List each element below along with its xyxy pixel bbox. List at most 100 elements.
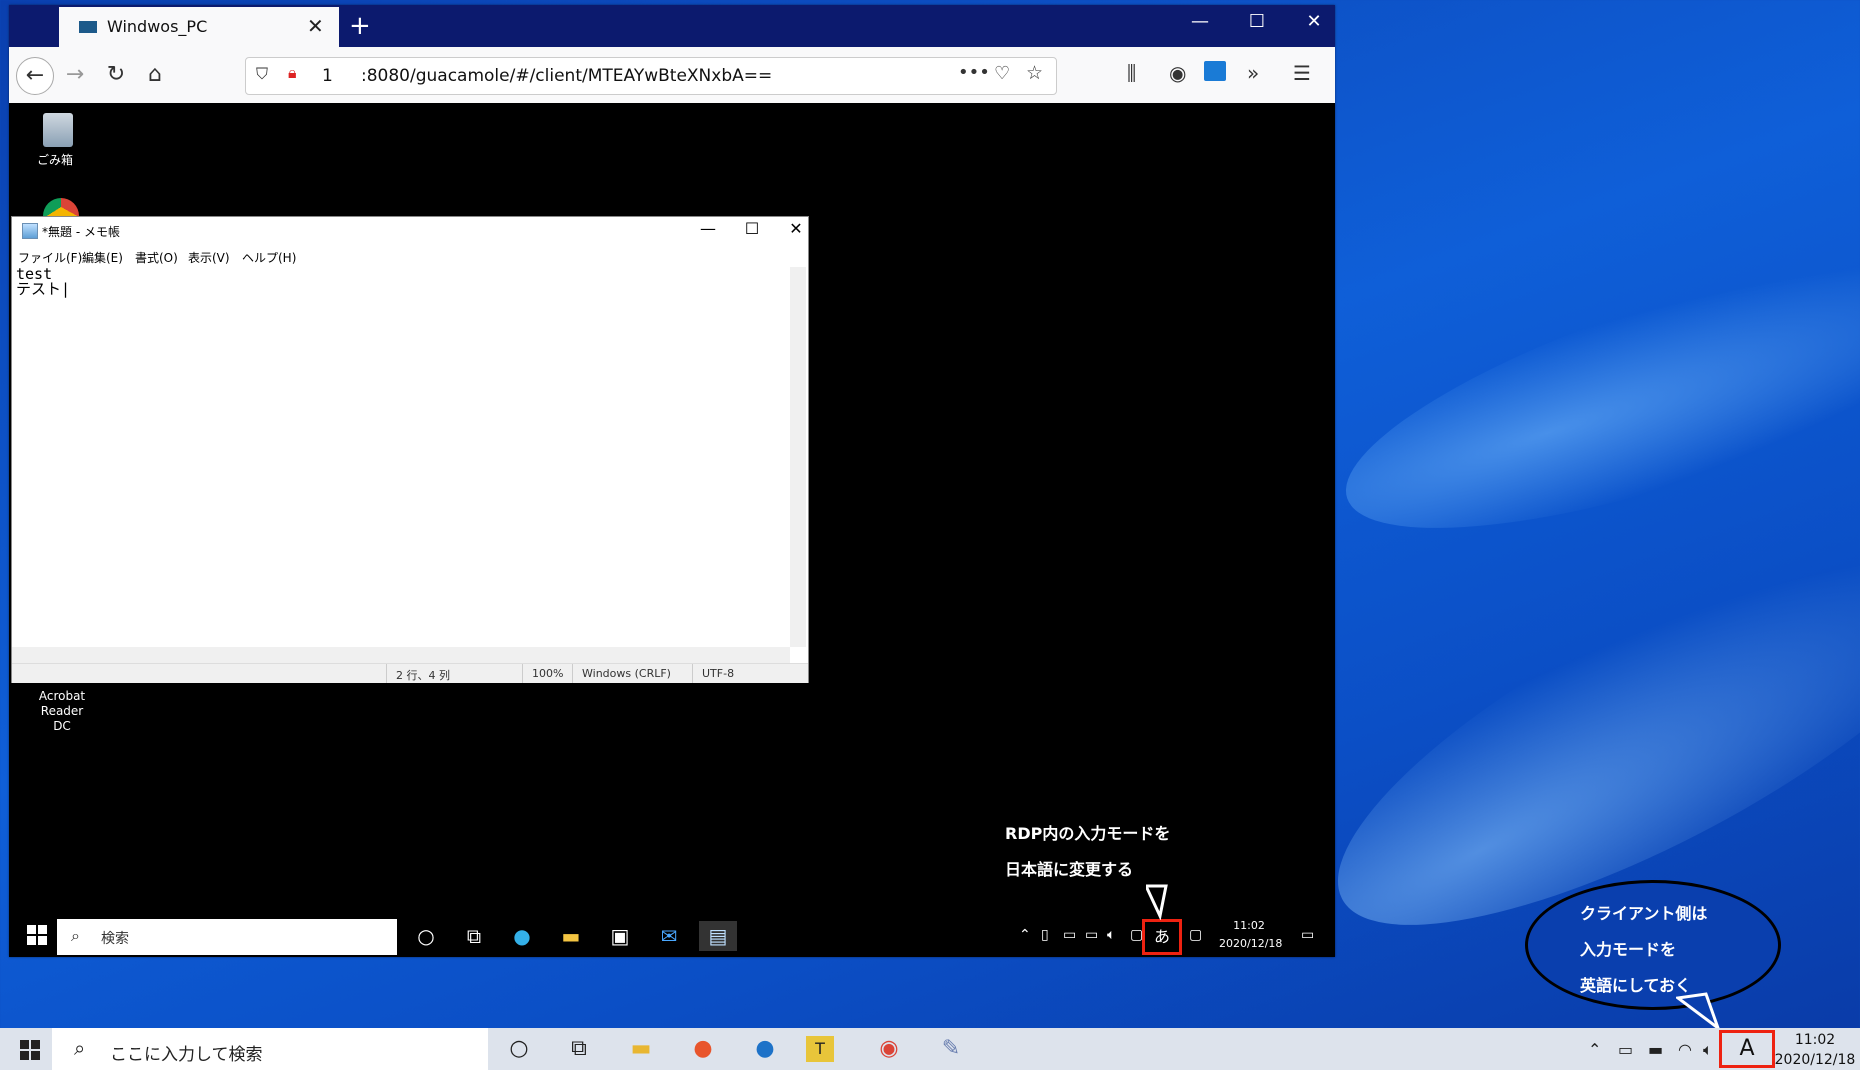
menu-help[interactable]: ヘルプ(H) (242, 249, 296, 266)
browser-close-button[interactable]: ✕ (1291, 11, 1337, 32)
browser-maximize-button[interactable]: ☐ (1234, 11, 1280, 32)
notepad-title: *無題 - メモ帳 (42, 225, 120, 239)
host-meet-icon[interactable]: ▭ (1618, 1040, 1633, 1059)
host-volume-icon[interactable]: 🔈︎ (1703, 1040, 1713, 1060)
host-text-editor-icon[interactable]: T (806, 1036, 834, 1062)
reload-button[interactable]: ↻ (98, 57, 134, 93)
recycle-bin-label: ごみ箱 (37, 153, 74, 167)
host-wifi-icon[interactable]: ◠ (1678, 1040, 1692, 1059)
menu-edit[interactable]: 編集(E) (82, 249, 123, 266)
notepad-icon (22, 223, 38, 239)
host-ime-mode-indicator[interactable]: A (1719, 1030, 1775, 1068)
host-tray-chevron-icon[interactable]: ⌃ (1588, 1040, 1601, 1059)
notepad-maximize-button[interactable]: ☐ (732, 219, 772, 238)
notification-icon[interactable]: ▭ (1301, 927, 1314, 943)
store-icon[interactable]: ▣ (601, 921, 639, 951)
rdp-clock[interactable]: 11:02 2020/12/18 (1219, 917, 1283, 953)
task-view-icon[interactable]: ⧉ (455, 921, 493, 951)
overflow-chevron-icon[interactable]: » (1247, 61, 1259, 85)
library-icon[interactable]: ⫼ (1127, 61, 1136, 85)
shield-icon[interactable]: ⛉ (256, 64, 268, 84)
url-path-text: :8080/guacamole/#/client/MTEAYwBteXNxbA=… (361, 66, 773, 86)
extension-icon[interactable] (1204, 61, 1226, 81)
back-button[interactable]: ← (16, 57, 54, 95)
notepad-window: *無題 - メモ帳 — ☐ ✕ ファイル(F) 編集(E) 書式(O) 表示(V… (11, 216, 809, 683)
mail-icon[interactable]: ✉ (650, 921, 688, 951)
host-firefox-icon[interactable]: ● (682, 1034, 724, 1064)
notepad-text-area[interactable]: test テスト| (16, 267, 70, 297)
host-chrome-icon[interactable]: ◉ (868, 1034, 910, 1064)
host-search-box[interactable]: ⌕ ここに入力して検索 (52, 1028, 488, 1070)
menu-format[interactable]: 書式(O) (135, 249, 178, 266)
windows-start-icon[interactable] (27, 925, 47, 945)
search-icon: ⌕ (71, 926, 80, 945)
file-explorer-icon[interactable]: ▬ (552, 921, 590, 951)
host-cortana-icon[interactable]: ○ (498, 1034, 540, 1064)
host-windows-start-icon[interactable] (20, 1040, 40, 1060)
volume-icon[interactable]: 🔈︎ (1107, 927, 1115, 943)
chrome-desktop-icon[interactable] (43, 198, 79, 216)
account-icon[interactable]: ◉ (1169, 61, 1186, 85)
browser-nav-bar: ← → ↻ ⌂ ⛉ 🔒︎ 1 :8080/guacamole/#/client/… (9, 47, 1335, 104)
browser-tab-bar: Windwos_PC ✕ + — ☐ ✕ (9, 5, 1335, 47)
rdp-search-box[interactable]: ⌕ 検索 (57, 919, 397, 955)
notepad-menu-bar: ファイル(F) 編集(E) 書式(O) 表示(V) ヘルプ(H) (12, 247, 808, 267)
meet-icon[interactable]: ▭ (1063, 927, 1076, 943)
menu-file[interactable]: ファイル(F) (18, 249, 82, 266)
forward-button[interactable]: → (57, 57, 93, 93)
host-battery-icon[interactable]: ▬ (1648, 1040, 1663, 1059)
status-line-ending: Windows (CRLF) (582, 667, 671, 680)
status-divider (386, 664, 387, 683)
ime-options-icon[interactable]: ▢ (1189, 927, 1202, 943)
browser-tab[interactable]: Windwos_PC ✕ (59, 7, 339, 47)
horizontal-scrollbar[interactable] (12, 647, 790, 663)
vertical-scrollbar[interactable] (790, 267, 806, 647)
home-icon: ⌂ (148, 62, 162, 87)
status-encoding: UTF-8 (702, 667, 735, 680)
new-tab-button[interactable]: + (349, 11, 371, 41)
insecure-connection-icon[interactable]: 🔒︎ (288, 63, 297, 83)
host-file-explorer-icon[interactable]: ▬ (620, 1034, 662, 1064)
guacamole-favicon-icon (79, 21, 97, 33)
edge-icon[interactable]: ● (503, 921, 541, 951)
browser-minimize-button[interactable]: — (1177, 11, 1223, 32)
url-host-text: 1 (322, 66, 333, 86)
rdp-time: 11:02 (1233, 919, 1265, 932)
rdp-ime-mode-indicator[interactable]: あ (1142, 919, 1182, 955)
host-clock[interactable]: 11:02 2020/12/18 (1770, 1030, 1860, 1070)
notepad-taskbar-icon[interactable]: ▤ (699, 921, 737, 951)
cortana-icon[interactable]: ○ (407, 921, 445, 951)
network-icon[interactable]: ▭ (1085, 927, 1098, 943)
client-callout-line1: クライアント側は (1580, 904, 1708, 923)
tab-title: Windwos_PC (107, 17, 208, 36)
client-callout-tail (1676, 992, 1721, 1030)
acrobat-label-line1: Acrobat Reader (38, 689, 86, 718)
host-thunderbird-icon[interactable]: ● (744, 1034, 786, 1064)
host-task-view-icon[interactable]: ⧉ (558, 1034, 600, 1064)
tray-chevron-icon[interactable]: ⌃ (1019, 927, 1031, 943)
back-arrow-icon: ← (25, 63, 45, 88)
hamburger-menu-icon[interactable]: ☰ (1293, 61, 1311, 85)
bookmark-star-icon[interactable]: ☆ (1026, 62, 1043, 84)
reload-icon: ↻ (106, 62, 126, 87)
notepad-close-button[interactable]: ✕ (776, 219, 816, 238)
menu-view[interactable]: 表示(V) (188, 249, 230, 266)
home-button[interactable]: ⌂ (137, 57, 173, 93)
host-search-placeholder: ここに入力して検索 (110, 1045, 263, 1065)
rdp-date: 2020/12/18 (1219, 937, 1283, 950)
url-bar[interactable]: ⛉ 🔒︎ 1 :8080/guacamole/#/client/MTEAYwBt… (245, 57, 1057, 95)
client-ime-callout: クライアント側は 入力モードを 英語にしておく (1525, 880, 1781, 1010)
host-search-icon: ⌕ (74, 1036, 86, 1060)
rdp-callout-line1: RDP内の入力モードを (1005, 824, 1171, 843)
page-actions-icon[interactable]: ••• (958, 62, 990, 83)
usb-icon[interactable]: ▯ (1041, 927, 1049, 943)
rdp-search-placeholder: 検索 (101, 931, 129, 947)
tab-close-icon[interactable]: ✕ (307, 14, 324, 38)
recycle-bin-icon[interactable] (43, 113, 73, 147)
rdp-taskbar: ⌕ 検索 ○ ⧉ ● ▬ ▣ ✉ ▤ ⌃ ▯ ▭ ▭ 🔈︎ ▢ あ ▢ 11:0… (9, 915, 1335, 957)
host-paint-icon[interactable]: ✎ (930, 1034, 972, 1064)
notepad-minimize-button[interactable]: — (688, 219, 728, 238)
status-zoom: 100% (532, 667, 564, 680)
pocket-icon[interactable]: ♡ (994, 63, 1010, 84)
status-divider (522, 664, 523, 683)
